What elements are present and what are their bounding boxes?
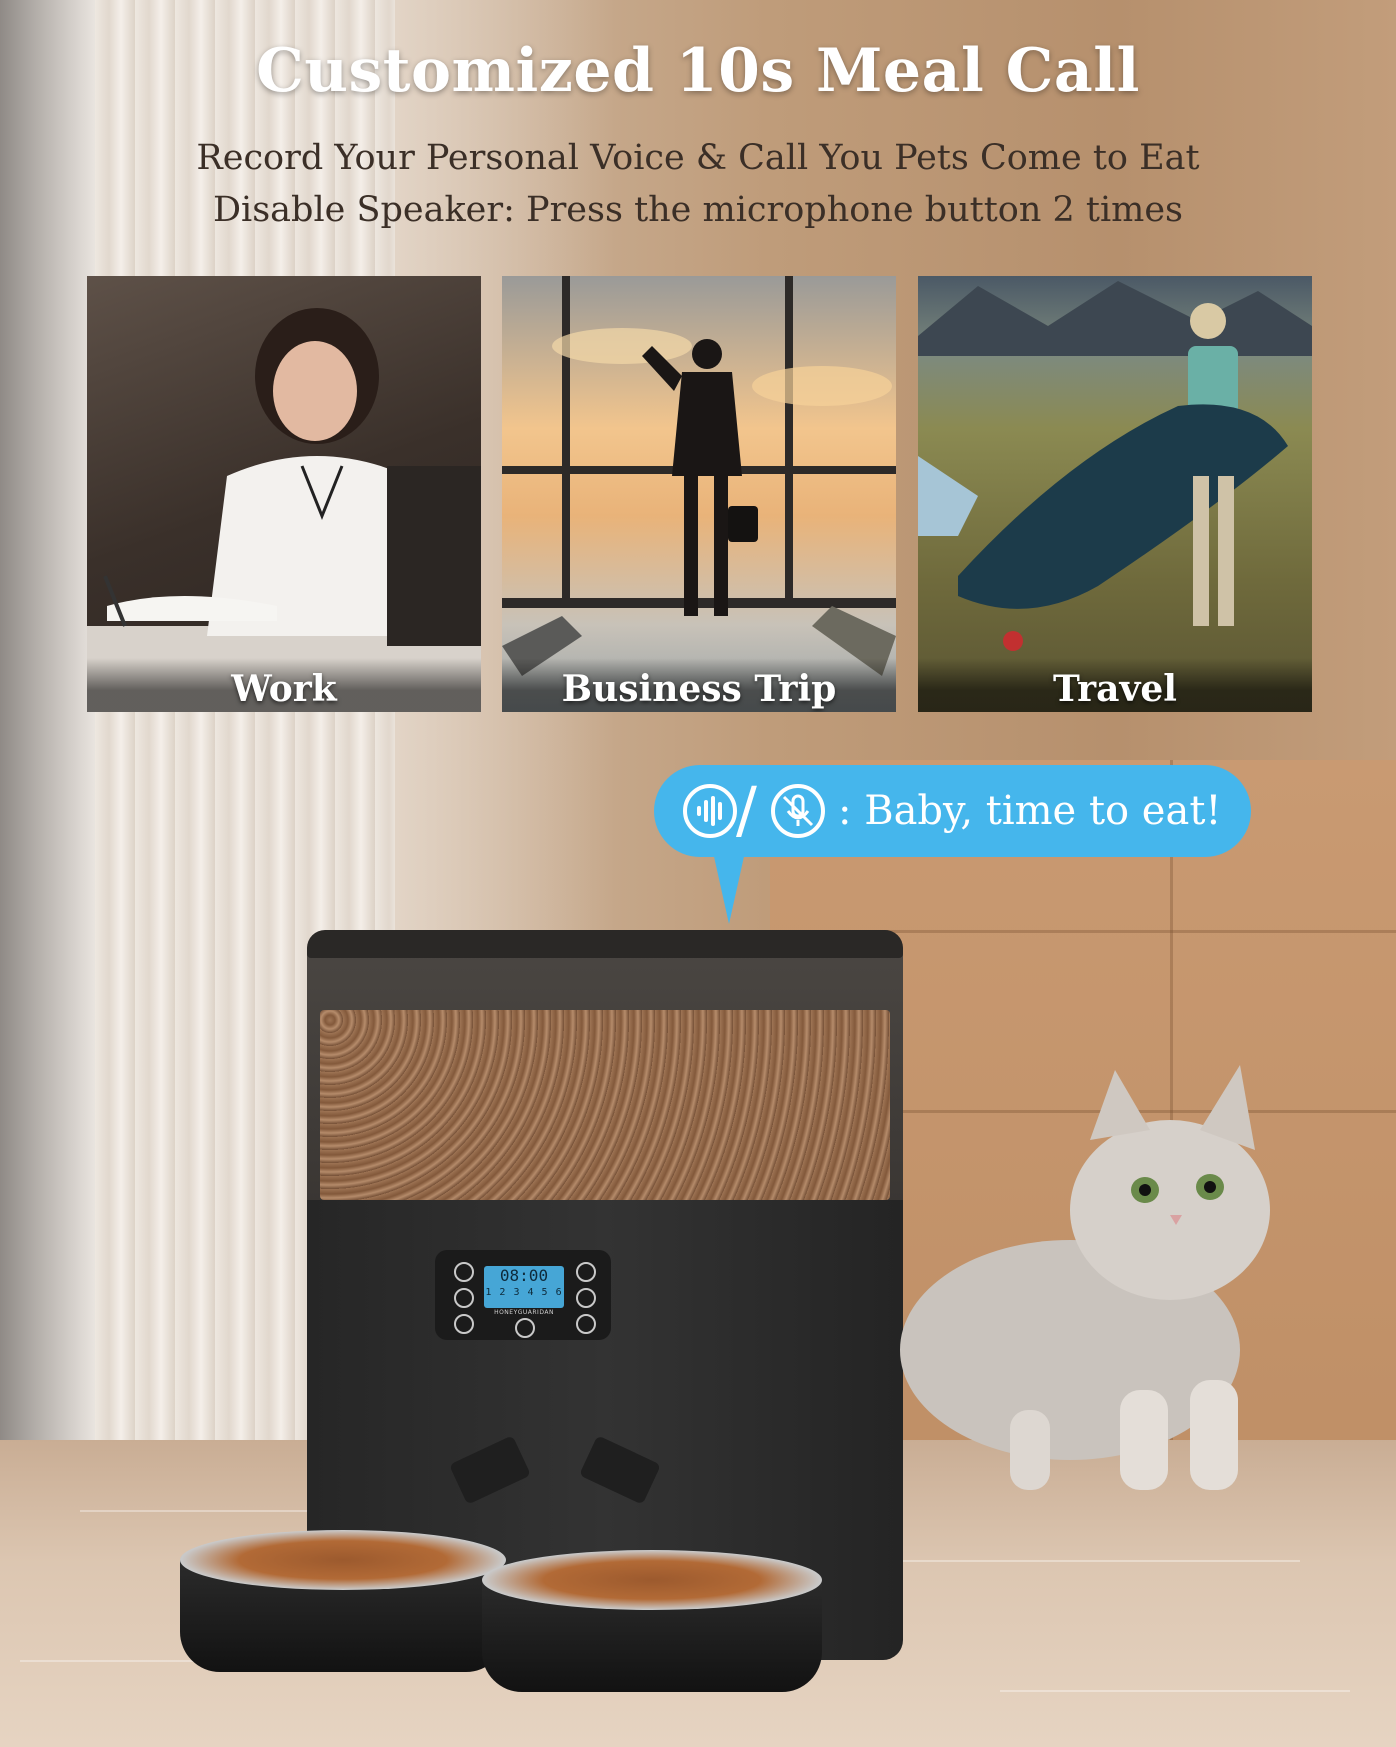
scenario-photo-business-trip: Business Trip [502,276,896,712]
microphone-button [454,1314,474,1334]
up-button [576,1288,596,1308]
clock-button [576,1262,596,1282]
businesswoman-window-illustration [502,276,896,676]
feeder-lid [307,930,903,958]
floor-plank-line [1000,1690,1350,1692]
headline: Customized 10s Meal Call [256,36,1140,106]
bowl-right-food [482,1550,822,1610]
lcd-time: 08:00 [499,1266,549,1285]
scenario-photo-travel: Travel [918,276,1312,712]
feed-button [454,1288,474,1308]
lcd-meal-slots: 1 2 3 4 5 6 [485,1287,563,1298]
woman-working-illustration [87,308,481,712]
record-button [515,1318,535,1338]
scenario-label-work: Work [87,658,481,712]
down-button [576,1314,596,1334]
speech-bubble-tail [713,852,745,924]
scenario-label-travel: Travel [918,658,1312,712]
feeder-brand: HONEYGUARIDAN [494,1309,554,1316]
mute-microphone-icon [771,784,825,838]
meal-button [454,1262,474,1282]
cat-illustration [900,1065,1270,1490]
voice-wave-icon [683,784,737,838]
bowl-left-food [180,1530,506,1590]
subheadline-record: Record Your Personal Voice & Call You Pe… [196,138,1200,178]
camping-illustration [918,281,1312,651]
separator-slash: / [736,773,757,846]
floor-plank-line [900,1560,1300,1562]
feeder-lcd-screen: 08:00 1 2 3 4 5 6 [484,1266,564,1308]
subheadline-disable-speaker: Disable Speaker: Press the microphone bu… [212,190,1184,230]
feeder-kibble [320,1010,890,1200]
scenario-label-business-trip: Business Trip [502,658,896,712]
product-banner: Customized 10s Meal Call Record Your Per… [0,0,1396,1747]
scenario-photo-work: Work [87,276,481,712]
speech-bubble-text: : Baby, time to eat! [838,788,1222,834]
